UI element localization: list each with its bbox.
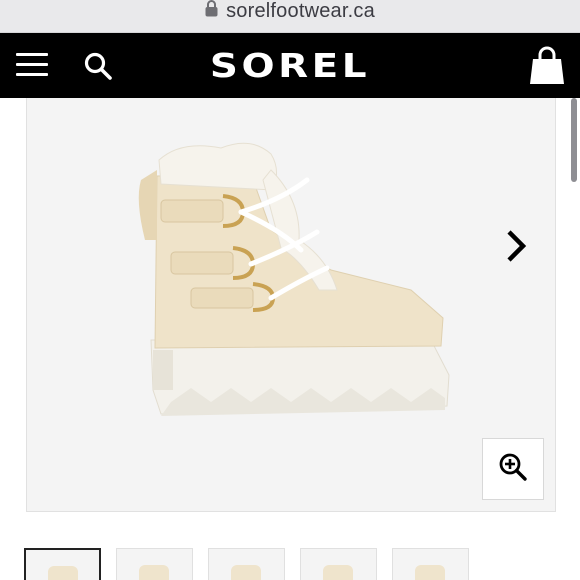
product-image: [138, 142, 450, 416]
lock-icon: [205, 0, 218, 22]
thumbnail-3[interactable]: [208, 548, 285, 580]
url-text: sorelfootwear.ca: [226, 0, 375, 22]
chevron-right-icon[interactable]: [501, 226, 531, 266]
thumbnail-strip: [24, 548, 469, 580]
shopping-bag-icon[interactable]: [528, 46, 566, 86]
page-scrollbar[interactable]: [571, 98, 577, 182]
browser-address-bar[interactable]: sorelfootwear.ca: [0, 0, 580, 33]
zoom-in-icon: [498, 452, 528, 487]
thumbnail-2[interactable]: [116, 548, 193, 580]
product-image-panel: [26, 98, 556, 512]
thumbnail-4[interactable]: [300, 548, 377, 580]
thumbnail-1[interactable]: [24, 548, 101, 580]
zoom-in-button[interactable]: [482, 438, 544, 500]
brand-logo[interactable]: SOREL: [0, 46, 580, 85]
thumbnail-5[interactable]: [392, 548, 469, 580]
site-header: SOREL: [0, 33, 580, 98]
